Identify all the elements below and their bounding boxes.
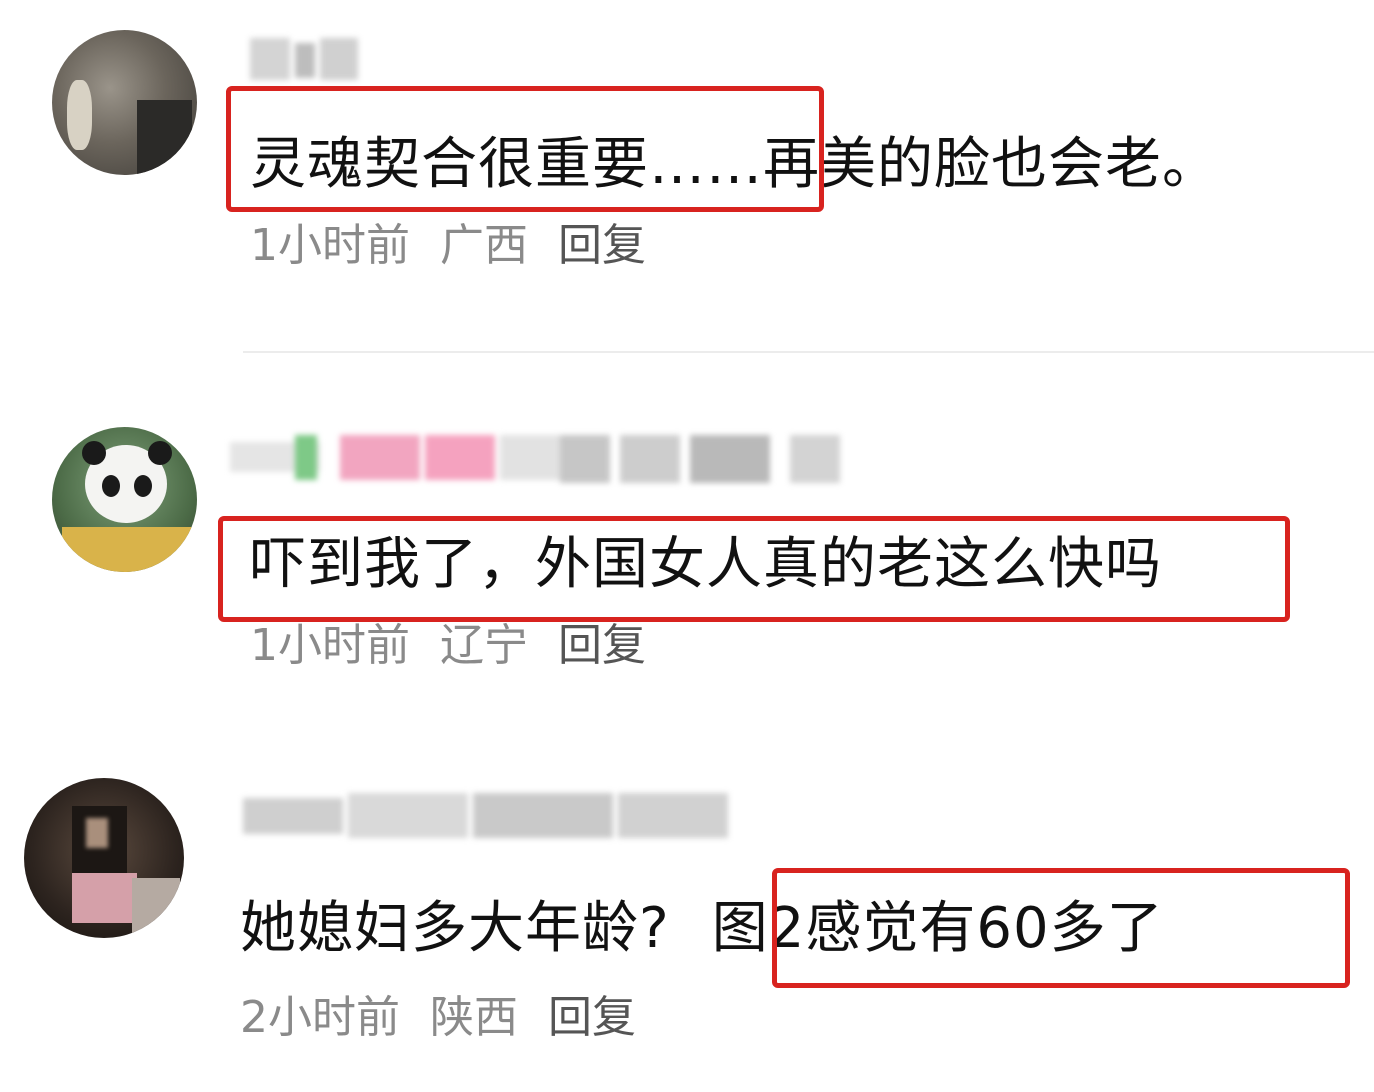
comment-time: 1小时前 bbox=[250, 620, 410, 671]
comment-divider bbox=[243, 351, 1374, 353]
username-blurred[interactable] bbox=[250, 38, 360, 83]
username-blurred[interactable] bbox=[243, 788, 733, 850]
lamp-shape-icon bbox=[67, 80, 92, 150]
panda-ear-left-icon bbox=[82, 441, 106, 465]
comment-location: 广西 bbox=[440, 220, 528, 271]
reply-button[interactable]: 回复 bbox=[558, 220, 646, 271]
comment-location: 陕西 bbox=[430, 992, 518, 1043]
comment-time: 1小时前 bbox=[250, 220, 410, 271]
comment-meta: 2小时前 陕西 回复 bbox=[240, 996, 666, 1040]
highlight-box bbox=[772, 868, 1350, 988]
panda-eye-left-icon bbox=[102, 475, 120, 497]
comment-location: 辽宁 bbox=[440, 620, 528, 671]
reply-button[interactable]: 回复 bbox=[548, 992, 636, 1043]
reply-button[interactable]: 回复 bbox=[558, 620, 646, 671]
panda-eye-right-icon bbox=[134, 475, 152, 497]
mosaic-face-icon bbox=[86, 818, 108, 848]
user-avatar-1[interactable] bbox=[52, 30, 197, 175]
bag-shape-icon bbox=[132, 878, 180, 938]
comment-time: 2小时前 bbox=[240, 992, 400, 1043]
comment-text-part2: 再美的脸也会老。 bbox=[763, 132, 1219, 197]
highlight-box bbox=[226, 86, 824, 212]
username-blurred[interactable] bbox=[230, 430, 860, 492]
highlight-box bbox=[218, 516, 1290, 622]
user-avatar-3[interactable] bbox=[24, 778, 184, 938]
comment-meta: 1小时前 辽宁 回复 bbox=[250, 624, 676, 668]
figure-shape-icon bbox=[137, 100, 192, 175]
panda-ear-right-icon bbox=[148, 441, 172, 465]
comment-text-part1: 她媳妇多大年龄? bbox=[240, 896, 670, 961]
comment-meta: 1小时前 广西 回复 bbox=[250, 224, 676, 268]
bamboo-shape-icon bbox=[62, 527, 192, 572]
user-avatar-2[interactable] bbox=[52, 427, 197, 572]
pink-outfit-icon bbox=[72, 873, 137, 923]
